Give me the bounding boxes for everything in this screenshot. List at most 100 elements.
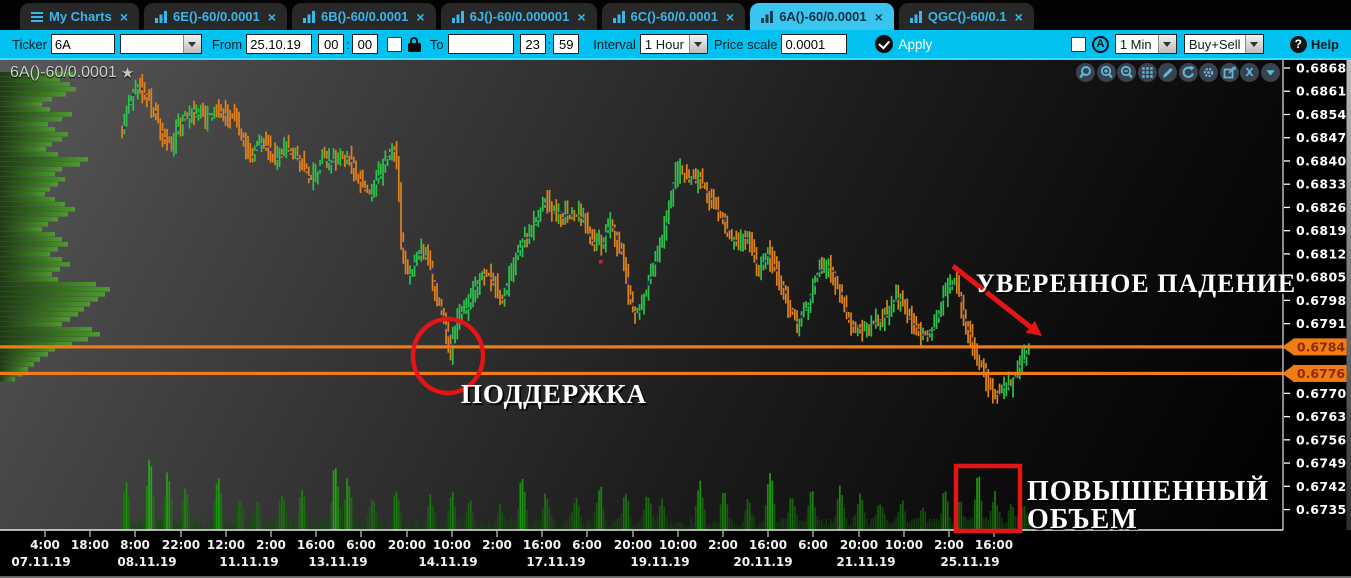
zoom-out-icon[interactable]: [1117, 63, 1136, 82]
chevron-down-icon[interactable]: [688, 35, 707, 53]
volume-profile-bar: [0, 317, 70, 322]
from-date-input[interactable]: [246, 34, 313, 54]
tab-my-charts[interactable]: My Charts ×: [20, 3, 140, 30]
collapse-icon[interactable]: [1260, 63, 1280, 82]
chart-icon-toolbar: X: [1076, 63, 1280, 82]
interval-label: Interval: [593, 36, 636, 52]
help-button[interactable]: Help: [1311, 37, 1339, 52]
tab-6a-60-0-0001[interactable]: 6A()-60/0.0001 ×: [750, 3, 894, 30]
price-axis-label: 0.6840: [1296, 153, 1347, 168]
tab-6c-60-0-0001[interactable]: 6C()-60/0.0001 ×: [601, 3, 746, 30]
auto-refresh-checkbox[interactable]: [1070, 36, 1086, 52]
price-badge-label: 0.6776: [1297, 366, 1346, 381]
price-axis-label: 0.6826: [1296, 200, 1347, 215]
price-chart-canvas[interactable]: 0.6868 0.6861 0.6854 0.6847 0.6840 0.6833 0.68…: [0, 60, 1351, 578]
tab-close-icon[interactable]: ×: [577, 9, 585, 25]
tab-label: 6C()-60/0.0001: [630, 9, 718, 24]
zoom-in-icon[interactable]: [1096, 63, 1116, 82]
interval-select[interactable]: 1 Hour: [639, 34, 708, 54]
tab-close-icon[interactable]: ×: [120, 9, 128, 25]
to-date-input[interactable]: [447, 34, 514, 54]
time-axis-label: 2:00: [708, 538, 738, 552]
refresh-icon[interactable]: [1178, 63, 1198, 82]
grid-icon[interactable]: [1137, 63, 1157, 82]
tab-close-icon[interactable]: ×: [1015, 9, 1023, 25]
expand-icon[interactable]: [1219, 63, 1239, 82]
time-axis-label: 8:00: [120, 538, 150, 552]
date-axis-label: 21.11.19: [836, 555, 895, 569]
tab-close-icon[interactable]: ×: [416, 9, 424, 25]
chart-toolbar: Ticker From : To : Interval 1 Hour Price…: [0, 30, 1351, 60]
volume-profile-bar: [0, 262, 70, 267]
price-scale-input[interactable]: [781, 34, 848, 54]
symbol-text: 6A()-60/0.0001: [10, 64, 117, 81]
tab-close-icon[interactable]: ×: [268, 9, 276, 25]
from-hour-input[interactable]: [318, 34, 345, 54]
settings-icon[interactable]: [1199, 63, 1218, 82]
volume-profile-bar: [0, 277, 58, 282]
volume-profile-bar: [0, 132, 68, 137]
apply-check-icon[interactable]: [875, 35, 894, 53]
bar-chart-icon: [155, 10, 168, 23]
volume-profile-bar: [0, 182, 58, 187]
time-axis-label: 20:00: [614, 538, 652, 552]
chevron-down-icon[interactable]: [1244, 35, 1263, 53]
date-axis-label: 14.11.19: [418, 555, 477, 569]
chevron-down-icon[interactable]: [182, 35, 201, 53]
time-axis-label: 4:00: [30, 538, 60, 552]
close-icon[interactable]: X: [1240, 63, 1259, 82]
price-axis-label: 0.6756: [1296, 432, 1347, 447]
price-axis-label: 0.6742: [1296, 479, 1347, 494]
tab-close-icon[interactable]: ×: [875, 9, 883, 25]
ticker-input[interactable]: [50, 34, 115, 54]
favorite-star-icon[interactable]: ★: [121, 64, 134, 82]
time-separator: :: [346, 36, 350, 52]
time-separator: :: [547, 36, 552, 52]
lock-range-checkbox[interactable]: [386, 36, 402, 52]
apply-button[interactable]: Apply: [898, 37, 932, 52]
tab-label: 6A()-60/0.0001: [779, 9, 867, 24]
to-label: To: [429, 36, 444, 52]
support-line[interactable]: [0, 371, 1283, 376]
volume-profile-bar: [0, 137, 62, 142]
tab-6e-60-0-0001[interactable]: 6E()-60/0.0001 ×: [144, 3, 287, 30]
volume-profile-bar: [0, 337, 88, 342]
scrollbar[interactable]: [1346, 60, 1351, 530]
volume-profile-bar: [0, 92, 66, 97]
draw-icon[interactable]: [1158, 63, 1177, 82]
to-hour-input[interactable]: [519, 34, 546, 54]
volume-profile-bar: [0, 237, 62, 242]
refresh-interval-value: 1 Min: [1119, 36, 1152, 52]
volume-profile-bar: [0, 127, 55, 132]
time-axis-label: 18:00: [71, 538, 109, 552]
volume-text-annotation-line1: ПОВЫШЕННЫЙ: [1027, 476, 1269, 507]
refresh-interval-select[interactable]: 1 Min: [1114, 34, 1177, 54]
to-minute-input[interactable]: [553, 34, 580, 54]
volume-profile-bar: [0, 87, 76, 92]
symbol-select[interactable]: [119, 34, 202, 54]
time-axis-label: 6:00: [798, 538, 828, 552]
chart-area[interactable]: 0.6868 0.6861 0.6854 0.6847 0.6840 0.6833 0.68…: [0, 60, 1351, 578]
tab-6b-60-0-0001[interactable]: 6B()-60/0.0001 ×: [291, 3, 436, 30]
tab-6j-60-0-000001[interactable]: 6J()-60/0.000001 ×: [440, 3, 597, 30]
volume-profile-bar: [0, 172, 55, 177]
auto-icon: A: [1091, 35, 1109, 53]
volume-profile-bar: [0, 257, 62, 262]
volume-profile-bar: [0, 102, 42, 107]
price-axis-label: 0.6770: [1296, 386, 1347, 401]
tab-close-icon[interactable]: ×: [726, 9, 734, 25]
price-axis-label: 0.6798: [1296, 293, 1347, 308]
volume-profile-bar: [0, 252, 50, 257]
help-icon[interactable]: ?: [1289, 35, 1307, 53]
order-mode-select[interactable]: Buy+Sell: [1183, 34, 1264, 54]
chevron-down-icon[interactable]: [1157, 35, 1176, 53]
time-axis-label: 16:00: [297, 538, 335, 552]
time-axis-label: 6:00: [346, 538, 376, 552]
from-minute-input[interactable]: [351, 34, 378, 54]
volume-profile-bar: [0, 247, 58, 252]
date-axis-label: 17.11.19: [526, 555, 585, 569]
tab-qgc-60-0-1[interactable]: QGC()-60/0.1 ×: [898, 3, 1034, 30]
price-axis-label: 0.6861: [1296, 84, 1347, 99]
resistance-line[interactable]: [0, 345, 1283, 349]
zoom-select-icon[interactable]: [1076, 63, 1095, 82]
